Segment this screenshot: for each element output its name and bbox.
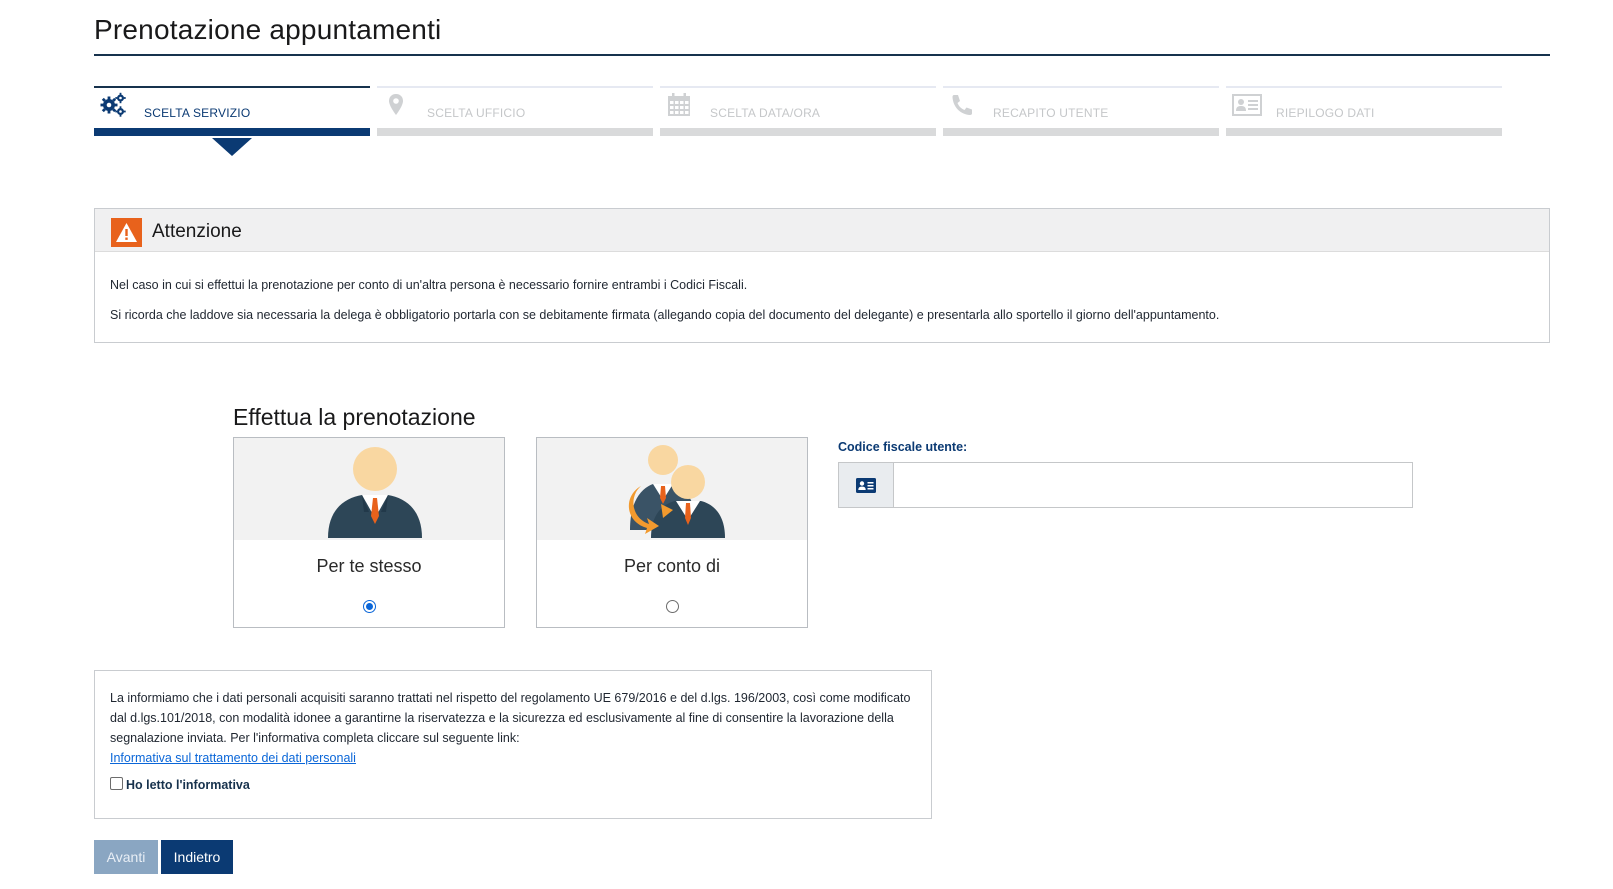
radio-per-te-stesso[interactable] <box>363 600 376 613</box>
privacy-checkbox[interactable] <box>110 777 123 790</box>
gears-icon <box>100 92 126 117</box>
alert-header: Attenzione <box>95 209 1549 252</box>
privacy-checkbox-label[interactable]: Ho letto l'informativa <box>126 778 250 792</box>
stepper: SCELTA SERVIZIO SCELTA UFFICIO SCELTA DA… <box>94 86 1507 156</box>
option-image <box>234 438 504 540</box>
privacy-checkbox-row[interactable]: Ho letto l'informativa <box>110 777 916 792</box>
radio-per-conto-di[interactable] <box>666 600 679 613</box>
next-button[interactable]: Avanti <box>94 840 158 874</box>
active-step-caret <box>212 138 252 156</box>
step-label: SCELTA UFFICIO <box>427 106 526 120</box>
step-riepilogo-dati[interactable]: RIEPILOGO DATI <box>1226 86 1502 136</box>
step-label: SCELTA DATA/ORA <box>710 106 821 120</box>
step-scelta-data-ora[interactable]: SCELTA DATA/ORA <box>660 86 936 136</box>
single-person-icon <box>328 447 422 538</box>
step-scelta-ufficio[interactable]: SCELTA UFFICIO <box>377 86 653 136</box>
privacy-box: La informiamo che i dati personali acqui… <box>94 670 932 819</box>
codice-fiscale-input[interactable] <box>895 463 1412 507</box>
alert-body: Nel caso in cui si effettui la prenotazi… <box>95 252 1549 330</box>
phone-icon <box>952 95 972 115</box>
alert-line: Si ricorda che laddove sia necessaria la… <box>110 308 1220 322</box>
map-marker-icon <box>389 94 403 115</box>
id-card-icon <box>856 478 876 493</box>
alert-title: Attenzione <box>152 221 242 242</box>
delegate-persons-icon <box>628 445 725 538</box>
alert-line: Nel caso in cui si effettui la prenotazi… <box>110 278 748 292</box>
step-recapito-utente[interactable]: RECAPITO UTENTE <box>943 86 1219 136</box>
attention-alert: Attenzione Nel caso in cui si effettui l… <box>94 208 1550 343</box>
option-label: Per te stesso <box>316 556 422 576</box>
id-card-icon <box>1232 94 1262 116</box>
step-scelta-servizio[interactable]: SCELTA SERVIZIO <box>94 86 370 136</box>
page-title: Prenotazione appuntamenti <box>94 14 442 45</box>
title-divider <box>94 54 1550 56</box>
back-button[interactable]: Indietro <box>161 840 233 874</box>
option-label: Per conto di <box>623 556 721 576</box>
codice-fiscale-addon <box>839 463 894 507</box>
option-per-te-stesso[interactable]: Per te stesso <box>233 437 505 628</box>
step-label: RECAPITO UTENTE <box>993 106 1109 120</box>
privacy-policy-link[interactable]: Informativa sul trattamento dei dati per… <box>110 748 356 768</box>
option-per-conto-di[interactable]: Per conto di <box>536 437 808 628</box>
option-image <box>537 438 807 540</box>
step-label: SCELTA SERVIZIO <box>144 106 251 120</box>
calendar-icon <box>668 93 690 116</box>
warning-icon <box>111 218 142 247</box>
codice-fiscale-group <box>838 462 1413 508</box>
step-label: RIEPILOGO DATI <box>1276 106 1375 120</box>
privacy-text: La informiamo che i dati personali acqui… <box>110 691 911 745</box>
booking-title: Effettua la prenotazione <box>233 404 476 430</box>
codice-fiscale-label: Codice fiscale utente: <box>838 440 968 454</box>
